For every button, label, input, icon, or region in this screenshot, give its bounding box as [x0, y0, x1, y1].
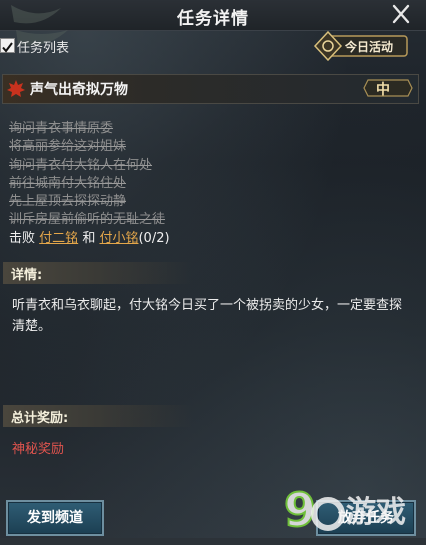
- window-title: 任务详情: [177, 9, 249, 29]
- completed-step: 训斥房屋前偷听的无耻之徒: [9, 212, 166, 228]
- completed-step: 将高丽参给这对姐妹: [9, 139, 127, 155]
- quest-name: 声气出奇拟万物: [30, 82, 128, 98]
- bottom-strip: [0, 538, 426, 545]
- rewards-header-label: 总计奖励:: [11, 411, 69, 426]
- send-to-channel-button[interactable]: 发到频道: [6, 500, 104, 536]
- details-text: 听青衣和乌衣聊起，付大铭今日买了一个被拐卖的少女，一定要查探清楚。: [12, 298, 403, 334]
- reward-item[interactable]: 神秘奖励: [12, 438, 64, 457]
- difficulty-label: 中: [376, 82, 390, 98]
- details-header-label: 详情:: [11, 268, 43, 283]
- current-step-progress: (0/2): [138, 230, 170, 246]
- target-link-fu-erming[interactable]: 付二铭: [39, 231, 78, 246]
- current-step-prefix: 击败: [9, 230, 36, 246]
- svg-text:游戏: 游戏: [346, 495, 406, 530]
- current-step-joiner: 和: [82, 230, 96, 246]
- close-icon[interactable]: [388, 1, 414, 27]
- task-list-label[interactable]: 任务列表: [17, 37, 69, 56]
- svg-text:9: 9: [284, 483, 316, 537]
- details-section-header: 详情:: [3, 262, 193, 284]
- completed-step: 询问青衣付大铭人在何处: [9, 157, 153, 173]
- rewards-section-header: 总计奖励:: [3, 405, 193, 427]
- completed-step: 询问青衣事情原委: [9, 121, 114, 136]
- target-link-fu-xiaoming[interactable]: 付小铭: [99, 231, 138, 246]
- completed-step: 前往城南付大铭住处: [9, 175, 127, 191]
- watermark-logo: 9 游戏: [283, 482, 406, 538]
- daily-activity-label[interactable]: 今日活动: [345, 38, 393, 55]
- completed-step: 先上屋顶去探探动静: [9, 194, 127, 210]
- current-step: 击败 付二铭 和 付小铭(0/2): [9, 230, 170, 248]
- task-list-checkbox[interactable]: [0, 38, 15, 53]
- maple-leaf-icon: [7, 80, 25, 97]
- quest-steps: 询问青衣事情原委 将高丽参给这对姐妹 询问青衣付大铭人在何处 前往城南付大铭住处…: [9, 120, 170, 248]
- checkmark-icon: [2, 42, 13, 53]
